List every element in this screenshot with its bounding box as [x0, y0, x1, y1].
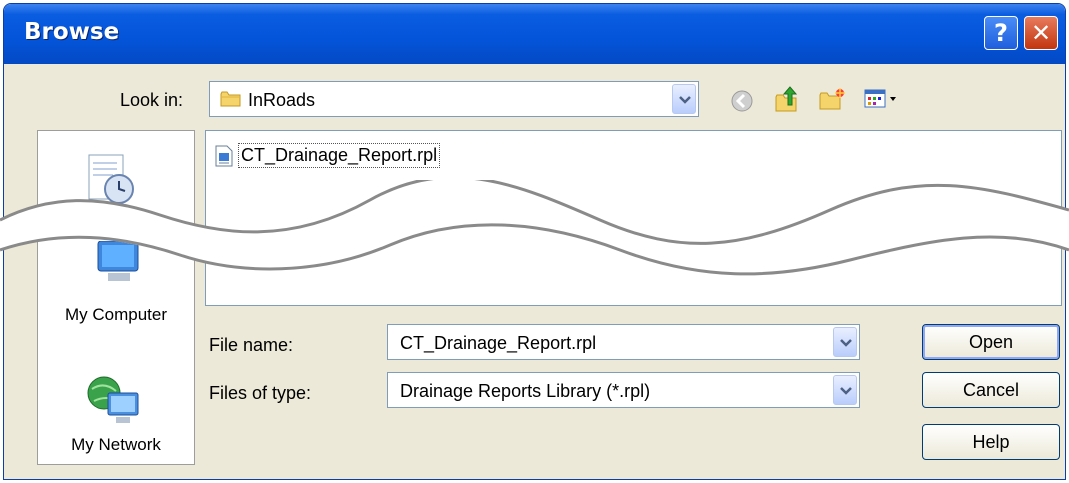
place-my-network[interactable]: My Network [38, 367, 194, 462]
look-in-dropdown[interactable]: InRoads [209, 81, 699, 117]
window-title: Browse [24, 19, 120, 45]
files-of-type-label: Files of type: [209, 383, 312, 403]
place-label-my-network: My Network [71, 435, 161, 454]
file-name: CT_Drainage_Report.rpl [238, 143, 441, 168]
new-folder-icon[interactable] [818, 87, 846, 115]
title-bar[interactable]: Browse ? ✕ [4, 4, 1065, 64]
chevron-down-icon[interactable] [833, 375, 857, 405]
up-folder-icon[interactable] [774, 85, 800, 117]
file-name-value: CT_Drainage_Report.rpl [400, 333, 597, 353]
chevron-down-icon[interactable] [672, 84, 696, 114]
file-name-label: File name: [209, 335, 294, 355]
close-button[interactable]: ✕ [1024, 16, 1058, 50]
folder-icon [220, 90, 242, 112]
help-title-button[interactable]: ? [984, 16, 1018, 50]
place-label-my-computer: My Computer [64, 305, 168, 324]
my-network-icon [84, 373, 144, 433]
look-in-value: InRoads [248, 90, 316, 110]
chevron-down-icon[interactable] [833, 327, 857, 357]
cancel-button[interactable]: Cancel [922, 372, 1060, 408]
look-in-label: Look in: [120, 90, 184, 110]
help-button[interactable]: Help [922, 424, 1060, 460]
page-break-wave [0, 180, 1069, 276]
view-menu-icon[interactable] [864, 88, 904, 114]
back-icon[interactable] [731, 90, 753, 116]
file-name-input[interactable]: CT_Drainage_Report.rpl [387, 324, 860, 360]
files-of-type-dropdown[interactable]: Drainage Reports Library (*.rpl) [387, 372, 860, 408]
files-of-type-value: Drainage Reports Library (*.rpl) [400, 381, 651, 401]
open-button[interactable]: Open [922, 324, 1060, 360]
report-file-icon [214, 145, 234, 171]
